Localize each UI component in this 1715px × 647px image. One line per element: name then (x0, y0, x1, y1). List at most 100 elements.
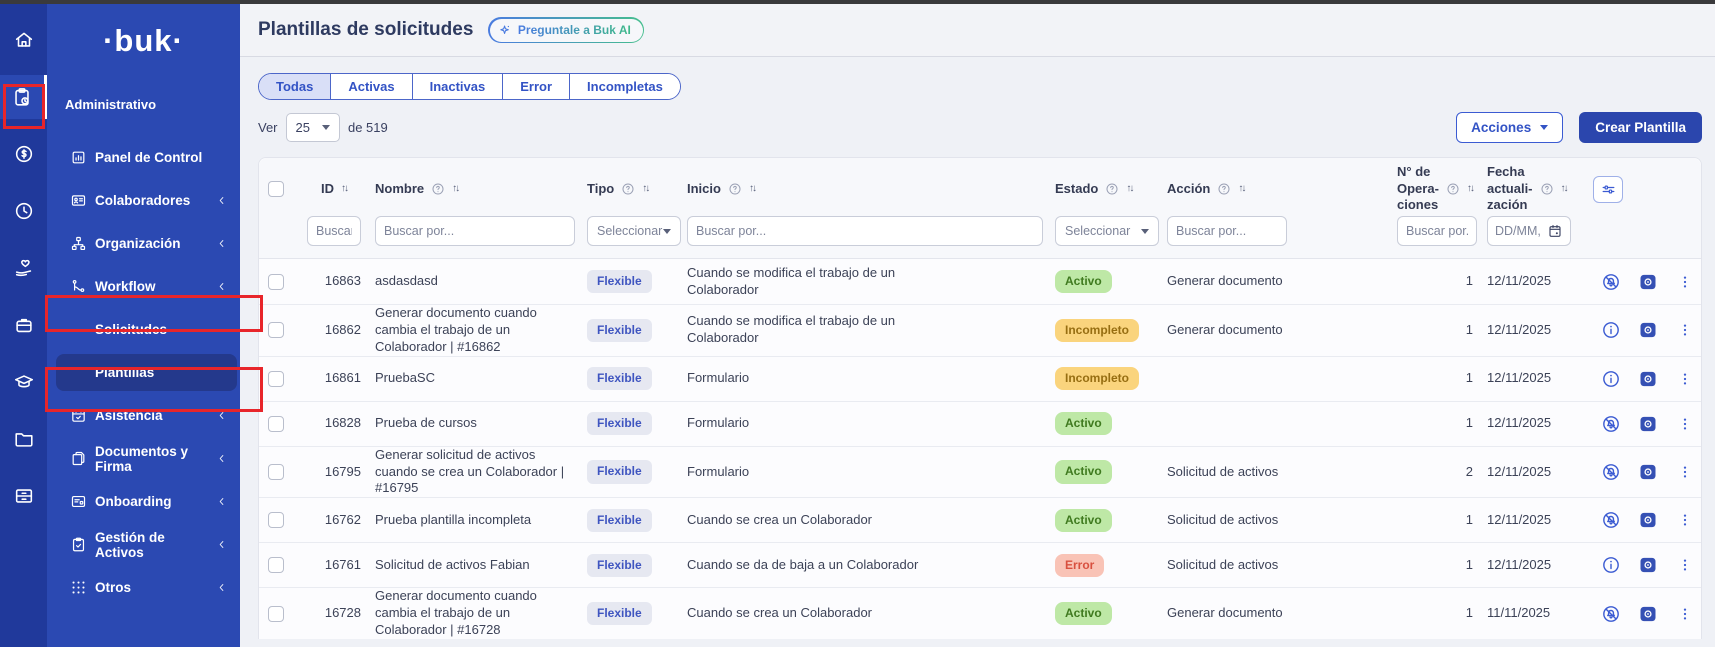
preview-icon[interactable] (1638, 320, 1658, 340)
nombre-filter-input[interactable] (375, 216, 575, 246)
rail-item-clipboard[interactable] (0, 75, 47, 119)
inicio-filter-input[interactable] (687, 216, 1043, 246)
rail-item-archive[interactable] (0, 474, 47, 518)
select-all-checkbox[interactable] (268, 181, 284, 197)
row-checkbox[interactable] (268, 322, 284, 338)
bell-off-icon[interactable] (1601, 462, 1621, 482)
sidebar-menu: Panel de ControlColaboradoresOrganizació… (47, 136, 240, 609)
bell-off-icon[interactable] (1601, 414, 1621, 434)
sidebar-item-otros[interactable]: Otros (47, 566, 240, 609)
tipo-badge: Flexible (587, 509, 652, 533)
rail-item-benefits[interactable] (0, 246, 47, 290)
operaciones-filter-input[interactable] (1397, 216, 1477, 246)
tab-inactivas[interactable]: Inactivas (412, 74, 503, 99)
row-checkbox[interactable] (268, 557, 284, 573)
kebab-icon[interactable] (1675, 462, 1695, 482)
estado-badge-incompleto: Incompleto (1055, 319, 1139, 343)
cell-estado: Activo (1055, 412, 1167, 436)
kebab-icon[interactable] (1675, 369, 1695, 389)
column-settings-button[interactable] (1593, 176, 1623, 203)
sidebar-item-colaboradores[interactable]: Colaboradores (47, 179, 240, 222)
help-icon[interactable] (431, 182, 445, 196)
info-icon[interactable] (1601, 369, 1621, 389)
row-checkbox[interactable] (268, 416, 284, 432)
help-icon[interactable] (728, 182, 742, 196)
sidebar-item-documentos-y-firma[interactable]: Documentos y Firma (47, 437, 240, 480)
preview-icon[interactable] (1638, 555, 1658, 575)
help-icon[interactable] (1540, 182, 1554, 196)
help-icon[interactable] (621, 182, 635, 196)
row-checkbox[interactable] (268, 512, 284, 528)
sort-icon[interactable]: ↑↓ (1238, 184, 1244, 194)
sidebar-item-gesti-n-de-activos[interactable]: Gestión de Activos (47, 523, 240, 566)
id-filter-input[interactable] (307, 216, 361, 246)
sidebar: ·buk· Administrativo Panel de ControlCol… (47, 0, 240, 647)
folder-icon (13, 428, 35, 450)
sidebar-item-workflow[interactable]: Workflow (47, 265, 240, 308)
rail-item-time[interactable] (0, 189, 47, 233)
preview-icon[interactable] (1638, 369, 1658, 389)
sort-icon[interactable]: ↑↓ (642, 184, 648, 194)
row-actions (1579, 462, 1701, 482)
sort-icon[interactable]: ↑↓ (341, 184, 347, 194)
bell-off-icon[interactable] (1601, 604, 1621, 624)
sidebar-item-plantillas[interactable]: Plantillas (47, 351, 240, 394)
bell-off-icon[interactable] (1601, 510, 1621, 530)
fecha-filter-input[interactable]: DD/MM, (1487, 216, 1571, 246)
tab-error[interactable]: Error (502, 74, 569, 99)
help-icon[interactable] (1446, 182, 1460, 196)
row-checkbox[interactable] (268, 274, 284, 290)
sidebar-item-solicitudes[interactable]: Solicitudes (47, 308, 240, 351)
sort-icon[interactable]: ↑↓ (1467, 184, 1473, 194)
kebab-icon[interactable] (1675, 510, 1695, 530)
rail-item-talent[interactable] (0, 303, 47, 347)
acciones-button[interactable]: Acciones (1456, 112, 1563, 143)
cell-fecha: 12/11/2025 (1487, 464, 1579, 481)
rail-item-folder[interactable] (0, 417, 47, 461)
sidebar-item-organizaci-n[interactable]: Organización (47, 222, 240, 265)
sidebar-item-onboarding[interactable]: Onboarding (47, 480, 240, 523)
tipo-filter-select[interactable]: Seleccionar (587, 216, 681, 246)
accion-filter-input[interactable] (1167, 216, 1287, 246)
kebab-icon[interactable] (1675, 555, 1695, 575)
preview-icon[interactable] (1638, 414, 1658, 434)
table-filter-row: Seleccionar Seleccionar DD/MM, (259, 216, 1701, 259)
ask-buk-ai-button[interactable]: Preguntale a Buk AI (488, 17, 644, 43)
info-icon[interactable] (1601, 320, 1621, 340)
sort-icon[interactable]: ↑↓ (1561, 184, 1567, 194)
kebab-icon[interactable] (1675, 414, 1695, 434)
sidebar-item-panel-de-control[interactable]: Panel de Control (47, 136, 240, 179)
rail-item-home[interactable] (0, 18, 47, 62)
help-icon[interactable] (1105, 182, 1119, 196)
row-checkbox[interactable] (268, 464, 284, 480)
sort-icon[interactable]: ↑↓ (749, 184, 755, 194)
help-icon[interactable] (1217, 182, 1231, 196)
info-icon[interactable] (1601, 555, 1621, 575)
sort-icon[interactable]: ↑↓ (1126, 184, 1132, 194)
bell-off-icon[interactable] (1601, 272, 1621, 292)
rail-item-education[interactable] (0, 360, 47, 404)
sidebar-item-asistencia[interactable]: Asistencia (47, 394, 240, 437)
tab-incompletas[interactable]: Incompletas (569, 74, 680, 99)
sidebar-item-label: Onboarding (95, 494, 215, 509)
page-size-select[interactable]: 25 (286, 113, 340, 142)
crear-plantilla-button[interactable]: Crear Plantilla (1579, 112, 1702, 143)
cell-tipo: Flexible (587, 554, 687, 578)
rail-item-payroll[interactable] (0, 132, 47, 176)
preview-icon[interactable] (1638, 604, 1658, 624)
sort-icon[interactable]: ↑↓ (452, 184, 458, 194)
kebab-icon[interactable] (1675, 272, 1695, 292)
cell-accion: Solicitud de activos (1167, 512, 1397, 529)
row-checkbox[interactable] (268, 371, 284, 387)
kebab-icon[interactable] (1675, 604, 1695, 624)
cell-inicio: Formulario (687, 464, 1055, 481)
estado-filter-select[interactable]: Seleccionar (1055, 216, 1159, 246)
home-icon (13, 29, 35, 51)
tab-todas[interactable]: Todas (259, 74, 330, 99)
row-checkbox[interactable] (268, 606, 284, 622)
tab-activas[interactable]: Activas (330, 74, 411, 99)
preview-icon[interactable] (1638, 462, 1658, 482)
preview-icon[interactable] (1638, 510, 1658, 530)
kebab-icon[interactable] (1675, 320, 1695, 340)
preview-icon[interactable] (1638, 272, 1658, 292)
